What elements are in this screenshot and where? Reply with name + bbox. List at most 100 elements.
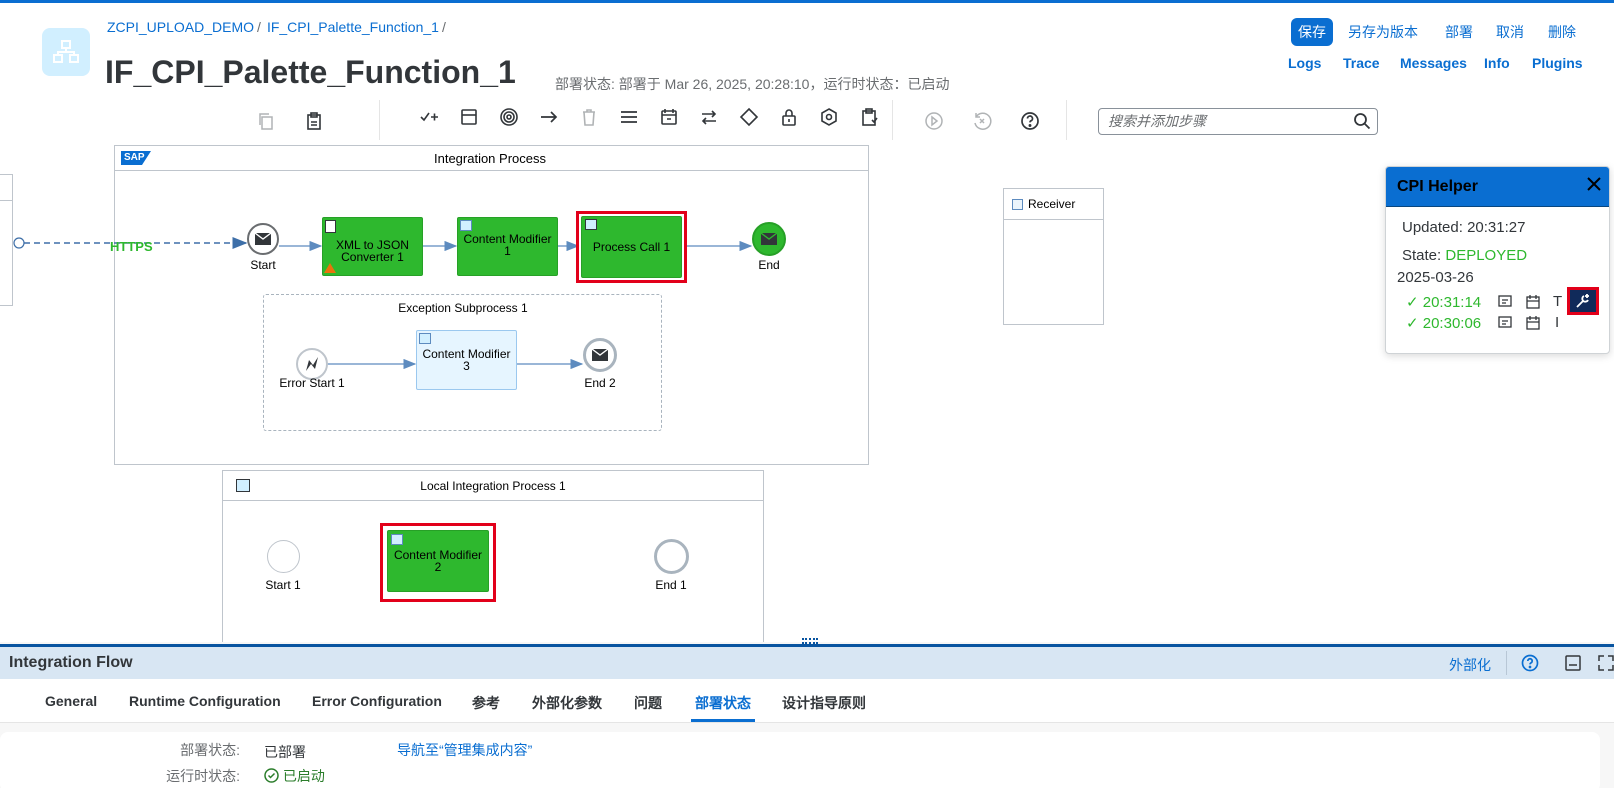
log-icon[interactable] [1498,295,1512,314]
converter-icon [325,220,336,233]
xml-to-json-step[interactable]: XML to JSON Converter 1 [322,217,423,276]
warning-icon [324,263,336,273]
wrench-icon [1576,294,1589,308]
search-input[interactable] [1099,109,1339,133]
tab-externalized-parameters[interactable]: 外部化参数 [532,693,602,713]
toolbar-separator [1066,100,1067,140]
participants-icon[interactable] [418,106,440,128]
https-adapter-label[interactable]: HTTPS [110,239,153,254]
tab-design-guidelines[interactable]: 设计指导原则 [782,693,866,713]
play-icon[interactable] [923,110,945,132]
undo-icon[interactable] [971,110,993,132]
state-label: State: [1402,247,1442,264]
receiver-label: Receiver [1028,197,1076,211]
tab-error-configuration[interactable]: Error Configuration [312,693,442,709]
properties-tabs: General Runtime Configuration Error Conf… [0,679,1614,723]
updated-row: Updated: 20:31:27 [1402,219,1525,236]
menu-icon[interactable] [618,106,640,128]
local-process-icon [236,479,250,492]
start-event[interactable] [247,223,279,255]
start-label: Start [250,258,276,272]
tab-runtime-configuration[interactable]: Runtime Configuration [129,693,281,709]
content-modifier-3-step[interactable]: Content Modifier 3 [416,330,517,390]
plugins-link[interactable]: Plugins [1532,55,1583,71]
calendar-icon[interactable] [1526,316,1540,335]
save-button[interactable]: 保存 [1291,18,1333,46]
search-icon[interactable] [1353,112,1371,135]
log-entry-time[interactable]: ✓ 20:31:14 [1406,293,1481,311]
content-modifier-1-step[interactable]: Content Modifier 1 [457,217,558,276]
validator-icon[interactable] [858,106,880,128]
paste-icon[interactable] [303,110,325,132]
content-modifier-2-label: Content Modifier 2 [393,548,483,574]
success-icon [264,768,279,783]
content-modifier-1-label: Content Modifier 1 [463,231,552,258]
connector-icon[interactable] [538,106,560,128]
breadcrumb-package[interactable]: ZCPI_UPLOAD_DEMO [107,19,254,35]
cpi-helper-panel[interactable]: CPI Helper Updated: 20:31:27 State: DEPL… [1385,166,1610,354]
state-row: State: DEPLOYED [1402,247,1527,264]
toolbar-separator [892,100,893,140]
end-event[interactable] [752,222,786,256]
tab-general[interactable]: General [45,693,97,709]
trace-tool-button[interactable] [1567,287,1599,315]
close-icon[interactable] [1587,177,1601,196]
breadcrumb: ZCPI_UPLOAD_DEMO / IF_CPI_Palette_Function… [107,19,452,35]
cpi-helper-title: CPI Helper [1397,177,1478,195]
deploy-status-label: 部署状态: [180,742,240,758]
end-2-event[interactable] [583,338,617,372]
lock-icon[interactable] [778,106,800,128]
tab-deploy-status[interactable]: 部署状态 [695,693,751,713]
messages-link[interactable]: Messages [1400,55,1467,71]
logs-link[interactable]: Logs [1288,55,1321,71]
call-icon[interactable] [658,106,680,128]
tab-problems[interactable]: 问题 [634,693,662,713]
persistence-icon[interactable] [818,106,840,128]
save-as-version-button[interactable]: 另存为版本 [1348,22,1418,42]
breadcrumb-flow[interactable]: IF_CPI_Palette_Function_1 [267,19,439,35]
events-icon[interactable] [498,106,520,128]
delete-button[interactable]: 删除 [1548,22,1576,42]
envelope-icon [761,233,777,245]
log-level-letter: T [1553,293,1563,310]
cancel-button[interactable]: 取消 [1496,22,1524,42]
properties-header: Integration Flow 外部化 [0,644,1614,679]
info-link[interactable]: Info [1484,55,1510,71]
process-icon[interactable] [458,106,480,128]
externalize-button[interactable]: 外部化 [1449,655,1491,675]
copy-icon[interactable] [255,110,277,132]
header-separator [1506,651,1507,675]
end-label: End [758,258,780,272]
cpi-helper-header: CPI Helper [1386,167,1609,207]
routing-icon[interactable] [698,106,720,128]
help-icon[interactable] [1521,654,1539,677]
split-icon[interactable] [738,106,760,128]
help-icon[interactable] [1019,110,1041,132]
search-step-field[interactable] [1098,108,1378,135]
runtime-status-label: 运行时状态: [166,768,240,784]
calendar-icon[interactable] [1526,295,1540,314]
start-1-event[interactable] [267,540,300,573]
content-modifier-icon [391,534,403,545]
log-date: 2025-03-26 [1397,269,1474,286]
deploy-status-details: 部署状态: 已部署 导航至“管理集成内容” 运行时状态: 已启动 [0,732,1600,788]
diagram-canvas[interactable]: SAP Integration Process HTTPS Start XML … [0,142,1614,642]
log-entry-time[interactable]: ✓ 20:30:06 [1406,314,1481,332]
log-level-letter: I [1555,314,1560,331]
breadcrumb-separator: / [441,19,446,35]
log-entry-time-text: 20:30:06 [1422,315,1482,332]
minimize-icon[interactable] [1565,655,1581,676]
deploy-button[interactable]: 部署 [1445,22,1473,42]
maximize-icon[interactable] [1598,655,1614,676]
log-icon[interactable] [1498,316,1512,335]
delete-icon[interactable] [578,106,600,128]
end-1-event[interactable] [654,539,689,574]
tab-references[interactable]: 参考 [472,693,500,713]
updated-time: 20:31:27 [1467,219,1526,236]
content-modifier-icon [419,333,431,344]
integration-flow-icon [42,28,90,76]
navigate-manage-content-link[interactable]: 导航至“管理集成内容” [397,740,532,760]
trace-link[interactable]: Trace [1343,55,1380,71]
runtime-status-value: 已启动 [264,766,325,786]
toolbar-separator [379,100,380,140]
